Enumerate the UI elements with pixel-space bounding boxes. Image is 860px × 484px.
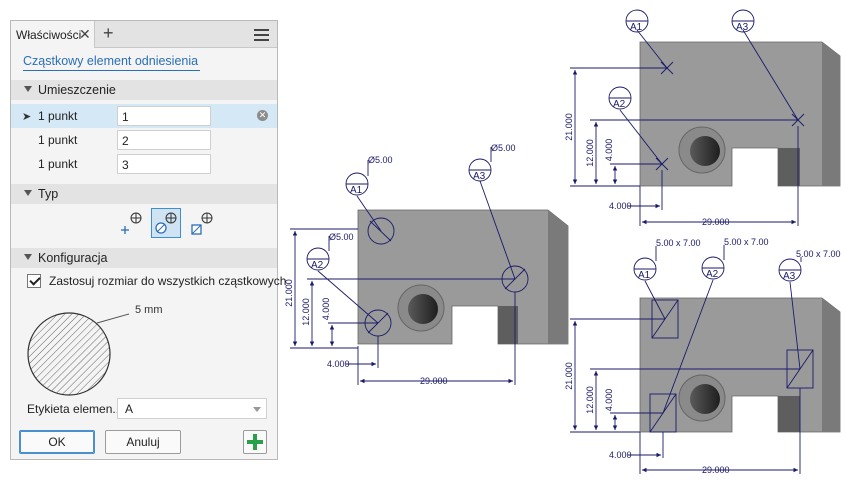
target-note: Ø5.00 bbox=[329, 232, 354, 242]
dim-height: 21.000 bbox=[564, 113, 574, 141]
drawing-canvas: Ø5.00 A1 Ø5.00 A2 Ø5.00 A3 21.000 12.000… bbox=[284, 9, 841, 475]
drawing-area-targets: 5.00 x 7.00 5.00 x 7.00 5.00 x 7.00 A1 A… bbox=[564, 237, 841, 475]
target-note: Ø5.00 bbox=[491, 143, 516, 153]
part-block bbox=[357, 209, 569, 345]
target-id: A3 bbox=[783, 271, 796, 282]
dim-width: 29.000 bbox=[420, 376, 448, 386]
dim-height: 21.000 bbox=[564, 362, 574, 390]
target-id: A3 bbox=[473, 171, 486, 182]
dim-inner: 12.000 bbox=[301, 298, 311, 326]
dim-small: 4.000 bbox=[604, 389, 614, 412]
dim-inner: 12.000 bbox=[585, 139, 595, 167]
dim-small: 4.000 bbox=[321, 298, 331, 321]
target-note: 5.00 x 7.00 bbox=[724, 237, 769, 247]
target-id: A3 bbox=[736, 22, 749, 33]
part-block bbox=[639, 297, 841, 433]
part-block bbox=[639, 41, 841, 187]
target-note: 5.00 x 7.00 bbox=[796, 249, 841, 259]
dim-width: 29.000 bbox=[702, 217, 730, 227]
target-id: A1 bbox=[638, 270, 651, 281]
target-id: A2 bbox=[613, 99, 626, 110]
target-note: 5.00 x 7.00 bbox=[656, 238, 701, 248]
dim-offset: 4.000 bbox=[327, 359, 350, 369]
drawing-circular-targets: Ø5.00 A1 Ø5.00 A2 Ø5.00 A3 21.000 12.000… bbox=[284, 143, 569, 386]
dim-offset: 4.000 bbox=[609, 450, 632, 460]
target-id: A1 bbox=[630, 22, 643, 33]
target-id: A1 bbox=[350, 185, 363, 196]
dim-width: 29.000 bbox=[702, 465, 730, 475]
dim-height: 21.000 bbox=[284, 279, 294, 307]
target-id: A2 bbox=[311, 260, 324, 271]
dim-inner: 12.000 bbox=[585, 386, 595, 414]
target-note: Ø5.00 bbox=[368, 155, 393, 165]
target-id: A2 bbox=[706, 269, 719, 280]
drawing-point-targets: A1 A3 A2 21.000 12.000 4.000 4.000 29.00… bbox=[564, 9, 841, 227]
dim-offset: 4.000 bbox=[609, 201, 632, 211]
dim-small: 4.000 bbox=[604, 139, 614, 162]
